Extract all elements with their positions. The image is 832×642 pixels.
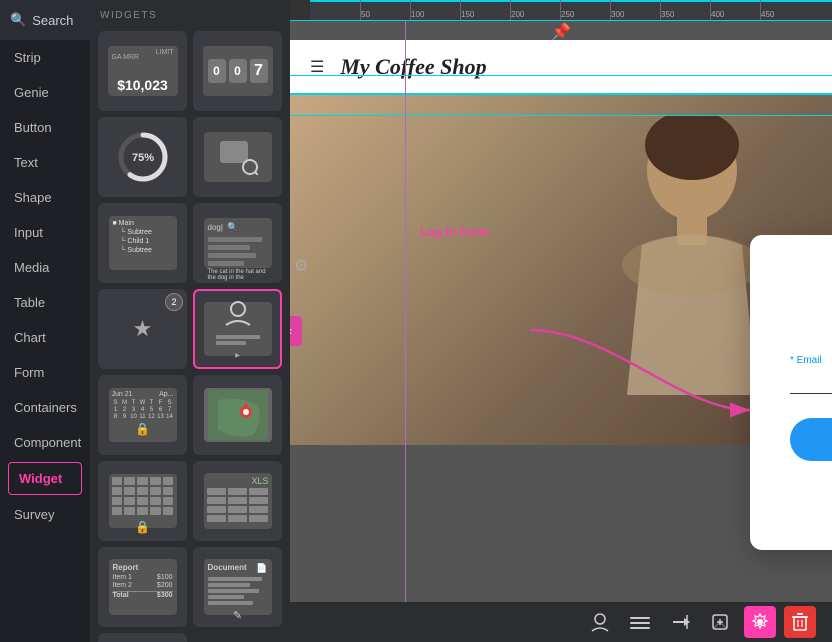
- svg-text:75%: 75%: [131, 152, 153, 164]
- sidebar-item-shape[interactable]: Shape: [0, 180, 90, 215]
- login-card: Log In It's coffee time ! * Email Contin…: [750, 235, 832, 550]
- widget-image-search[interactable]: [193, 117, 282, 197]
- sidebar-item-input[interactable]: Input: [0, 215, 90, 250]
- widget-stripe-payment[interactable]: Stripe 💳: [98, 633, 187, 642]
- hamburger-icon[interactable]: ☰: [310, 57, 324, 77]
- main-canvas-area: 50 100 150 200 250 300 350 400 450 📌 ‹ ⚙…: [290, 0, 832, 642]
- widget-counter[interactable]: 0 0 7: [193, 31, 282, 111]
- canvas-area: 📌 ‹ ⚙ ☰ My Coffee Shop: [290, 20, 832, 642]
- sidebar-item-survey[interactable]: Survey: [0, 497, 90, 532]
- widget-login[interactable]: ▶: [193, 289, 282, 369]
- pin-icon[interactable]: 📌: [551, 22, 571, 42]
- toolbar-dots-icon[interactable]: [624, 606, 656, 638]
- widget-search-text[interactable]: dog| 🔍 The cat in the hat and the dog in…: [193, 203, 282, 283]
- widget-stat[interactable]: LIMIT GA MRR $10,023: [98, 31, 187, 111]
- toolbar-person-icon[interactable]: [584, 606, 616, 638]
- sidebar-item-chart[interactable]: Chart: [0, 320, 90, 355]
- widget-text-tree[interactable]: ■ Main └ Subtree └ Child 1 └ Subtree: [98, 203, 187, 283]
- widget-map[interactable]: [193, 375, 282, 455]
- toolbar-trash-icon[interactable]: [784, 606, 816, 638]
- guide-line-header-bottom: [290, 75, 832, 76]
- widgets-panel-label: WIDGETS: [90, 0, 290, 27]
- site-header: ☰ My Coffee Shop: [290, 40, 832, 95]
- bottom-toolbar: [290, 602, 832, 642]
- sidebar-item-component[interactable]: Component: [0, 425, 90, 460]
- collapse-panel-button[interactable]: ‹: [290, 316, 302, 346]
- guide-line-top: [290, 20, 832, 21]
- widget-xls[interactable]: XLS: [193, 461, 282, 541]
- horizontal-ruler: 50 100 150 200 250 300 350 400 450: [310, 0, 832, 20]
- login-card-title: Log In: [790, 271, 832, 308]
- continue-button[interactable]: Continue: [790, 418, 832, 461]
- widget-rating[interactable]: ★ 2: [98, 289, 187, 369]
- settings-gear-icon[interactable]: ⚙: [294, 256, 308, 276]
- ruler-corner: [290, 0, 310, 20]
- no-account-text: Don't have an account?: [790, 481, 832, 495]
- sidebar-item-button[interactable]: Button: [0, 110, 90, 145]
- search-icon: 🔍: [10, 12, 26, 28]
- signup-link[interactable]: Sign Up: [790, 499, 832, 514]
- widget-report[interactable]: Report Item 1$100 Item 2$200 Total$300: [98, 547, 187, 627]
- guide-line-2: [290, 115, 832, 116]
- sidebar-item-widget[interactable]: Widget: [8, 462, 82, 495]
- sidebar-item-genie[interactable]: Genie: [0, 75, 90, 110]
- circle-progress-svg: 75%: [116, 130, 170, 184]
- sidebar-nav: 🔍 Search Strip Genie Button Text Shape I…: [0, 0, 90, 642]
- sidebar-item-table[interactable]: Table: [0, 285, 90, 320]
- sidebar-item-search[interactable]: 🔍 Search: [0, 0, 90, 40]
- sidebar-item-form[interactable]: Form: [0, 355, 90, 390]
- guide-pink-v: [405, 20, 406, 642]
- widgets-grid: LIMIT GA MRR $10,023 0 0 7: [90, 27, 290, 642]
- widget-circle-progress[interactable]: 75%: [98, 117, 187, 197]
- toolbar-gear-icon[interactable]: [744, 606, 776, 638]
- sidebar-item-containers[interactable]: Containers: [0, 390, 90, 425]
- form-label: Log In Form: [420, 225, 489, 239]
- widget-stripes[interactable]: 🔒: [98, 461, 187, 541]
- login-card-subtitle: It's coffee time !: [790, 316, 832, 331]
- toolbar-arrow-in-icon[interactable]: [664, 606, 696, 638]
- email-label: * Email: [790, 355, 832, 366]
- sidebar-label-search: Search: [32, 13, 73, 28]
- sidebar-item-text[interactable]: Text: [0, 145, 90, 180]
- widget-calendar[interactable]: Jun 21Ap... SMT WTFS 123 4567 8910 11121…: [98, 375, 187, 455]
- ruler-container: 50 100 150 200 250 300 350 400 450: [290, 0, 832, 20]
- toolbar-export-icon[interactable]: [704, 606, 736, 638]
- widget-document[interactable]: Document📄 ✎: [193, 547, 282, 627]
- sidebar-item-media[interactable]: Media: [0, 250, 90, 285]
- email-input[interactable]: [790, 370, 832, 394]
- sidebar-item-strip[interactable]: Strip: [0, 40, 90, 75]
- widgets-panel: WIDGETS LIMIT GA MRR $10,023 0 0 7: [90, 0, 290, 642]
